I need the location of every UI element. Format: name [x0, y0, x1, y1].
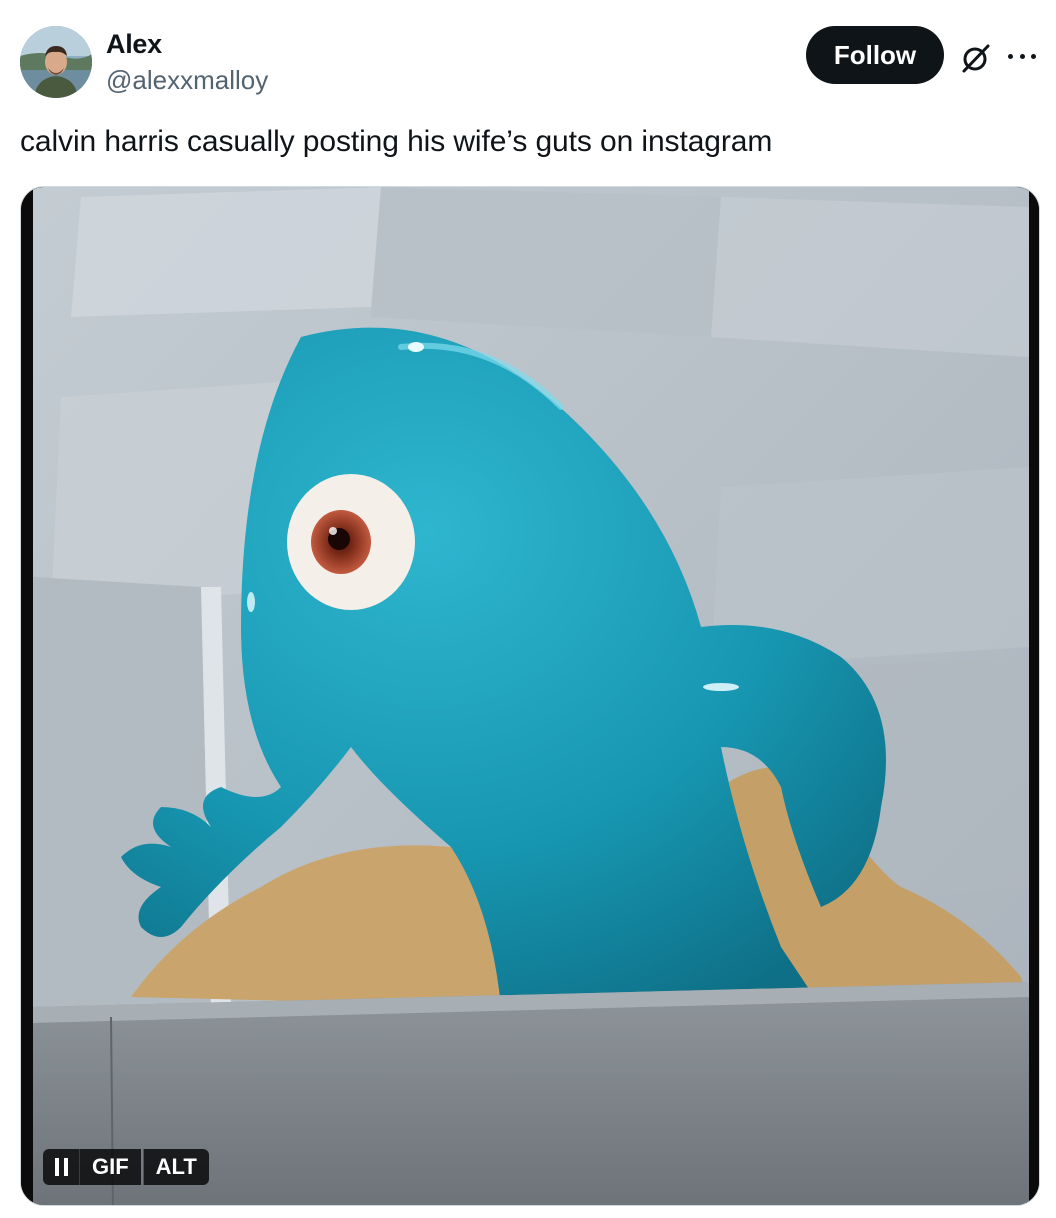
grok-icon[interactable] — [958, 40, 994, 76]
alt-text-button[interactable]: ALT — [142, 1149, 209, 1185]
author-names: Alex @alexxmalloy — [106, 28, 268, 97]
pause-button[interactable] — [43, 1149, 79, 1185]
display-name[interactable]: Alex — [106, 28, 268, 60]
tweet-header: Alex @alexxmalloy Follow — [20, 24, 1040, 102]
avatar[interactable] — [20, 26, 92, 98]
media-controls: GIF ALT — [43, 1149, 209, 1185]
gif-frame — [21, 187, 1039, 1205]
more-dots-icon[interactable] — [1004, 38, 1040, 74]
tweet-text: calvin harris casually posting his wife’… — [20, 125, 773, 158]
handle[interactable]: @alexxmalloy — [106, 63, 268, 97]
gif-badge[interactable]: GIF — [79, 1149, 141, 1185]
tweet-card: Alex @alexxmalloy Follow calvin harris c… — [0, 0, 1056, 1218]
follow-button[interactable]: Follow — [806, 26, 944, 84]
gif-media[interactable]: GIF ALT — [20, 186, 1040, 1206]
pause-icon — [54, 1158, 68, 1176]
